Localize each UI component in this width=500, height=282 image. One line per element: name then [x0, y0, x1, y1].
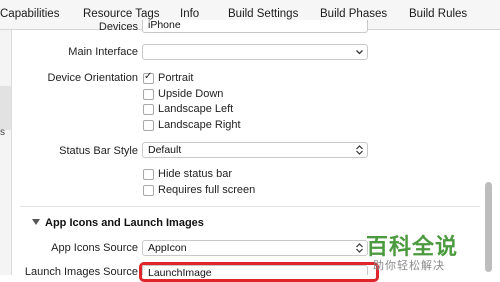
disclosure-triangle-icon[interactable] [32, 219, 40, 225]
status-bar-style-label: Status Bar Style [59, 145, 138, 157]
upside-down-label: Upside Down [158, 88, 224, 100]
tab-info[interactable]: Info [180, 8, 199, 20]
sidebar-item-label: s [0, 127, 5, 138]
portrait-checkbox[interactable]: ✓ [143, 71, 154, 84]
hide-status-bar-label: Hide status bar [158, 168, 232, 180]
vertical-scrollbar[interactable] [485, 182, 492, 272]
main-interface-label: Main Interface [68, 46, 138, 58]
section-divider [20, 206, 480, 207]
portrait-label: Portrait [158, 72, 194, 84]
upside-down-checkbox[interactable] [143, 89, 154, 100]
device-orientation-label: Device Orientation [47, 72, 139, 84]
main-interface-combobox[interactable] [142, 44, 368, 60]
tab-build-settings[interactable]: Build Settings [228, 8, 298, 20]
devices-label: Devices [98, 21, 138, 33]
tab-build-rules[interactable]: Build Rules [409, 8, 467, 20]
chevron-down-icon[interactable] [355, 46, 364, 58]
up-down-arrows-icon [356, 145, 363, 155]
sidebar-selected-item[interactable] [0, 86, 11, 130]
app-icons-source-popup[interactable]: AppIcon [142, 240, 368, 256]
hide-status-bar-checkbox[interactable] [143, 169, 154, 180]
section-title[interactable]: App Icons and Launch Images [45, 217, 204, 229]
app-icons-source-value: AppIcon [148, 242, 187, 254]
watermark-subtitle: 助你轻松解决 [373, 260, 445, 272]
status-bar-style-value: Default [148, 144, 182, 156]
target-sidebar: s [0, 30, 12, 275]
requires-full-screen-checkbox[interactable] [143, 185, 154, 196]
up-down-arrows-icon [356, 243, 363, 253]
landscape-right-label: Landscape Right [158, 119, 241, 131]
tab-capabilities[interactable]: Capabilities [0, 8, 59, 20]
devices-value: iPhone [148, 19, 181, 31]
annotation-highlight-box [139, 262, 379, 282]
landscape-right-checkbox[interactable] [143, 120, 154, 131]
landscape-left-checkbox[interactable] [143, 104, 154, 115]
app-icons-source-label: App Icons Source [51, 242, 138, 254]
checkmark-icon: ✓ [144, 71, 153, 82]
landscape-left-label: Landscape Left [158, 103, 234, 115]
launch-images-source-label: Launch Images Source [24, 266, 138, 278]
status-bar-style-popup[interactable]: Default [142, 142, 368, 158]
tab-build-phases[interactable]: Build Phases [320, 8, 387, 20]
devices-popup[interactable]: iPhone [142, 20, 368, 33]
requires-full-screen-label: Requires full screen [158, 184, 256, 196]
